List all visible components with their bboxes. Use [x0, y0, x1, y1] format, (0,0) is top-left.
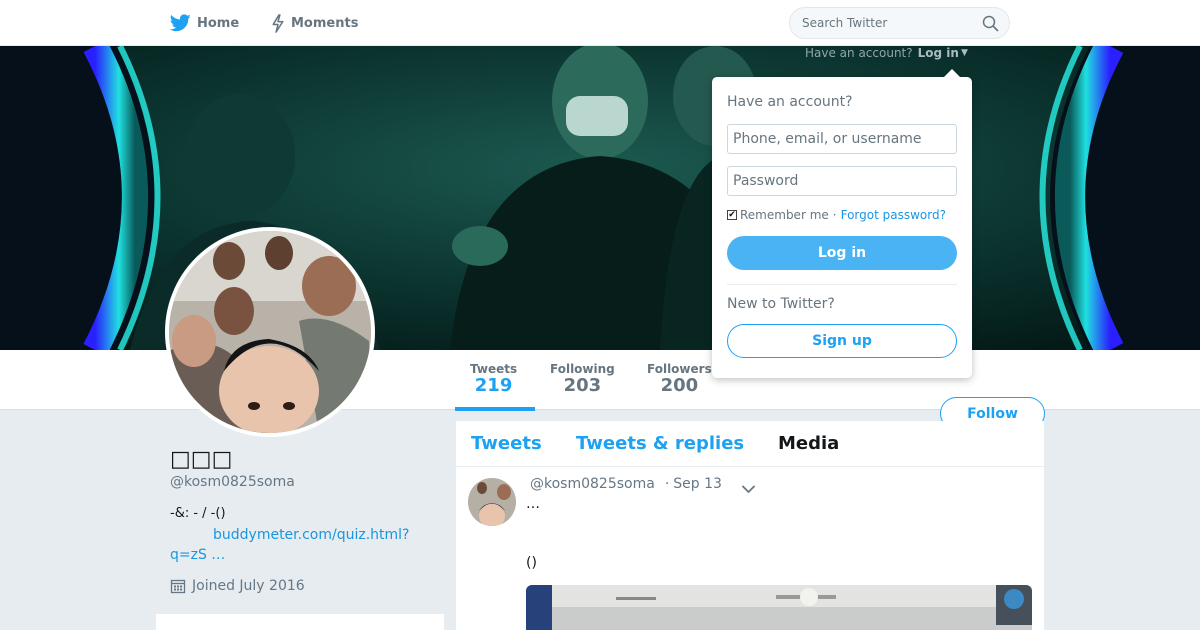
tab-tweets[interactable]: Tweets: [471, 433, 542, 454]
stat-label: Following: [550, 362, 615, 376]
tab-tweets-and-replies[interactable]: Tweets & replies: [576, 433, 744, 454]
profile-name[interactable]: □□□: [170, 447, 232, 472]
separator-dot: ·: [664, 476, 670, 492]
dropdown-title: Have an account?: [727, 94, 853, 110]
forgot-password-link[interactable]: Forgot password?: [841, 208, 946, 222]
search-box: [789, 7, 1010, 39]
signup-button[interactable]: Sign up: [727, 324, 957, 358]
tweet-avatar[interactable]: [468, 478, 516, 526]
timeline-tabs: Tweets Tweets & replies Media: [456, 421, 1044, 467]
joined-date: Joined July 2016: [192, 578, 305, 594]
login-button[interactable]: Log in: [727, 236, 957, 270]
tweet-text: (): [526, 555, 537, 571]
stat-following[interactable]: Following 203: [550, 362, 615, 396]
profile-avatar[interactable]: [165, 227, 375, 437]
tweet-text: …: [526, 496, 540, 512]
chevron-down-icon[interactable]: [742, 479, 755, 498]
login-hint-text: Have an account?: [805, 46, 913, 60]
profile-bio: -&: - / -(): [170, 506, 226, 521]
caret-down-icon[interactable]: ▼: [961, 48, 968, 58]
profile-joined: Joined July 2016: [170, 578, 305, 594]
stat-followers[interactable]: Followers 200: [647, 362, 712, 396]
stat-label: Followers: [647, 362, 712, 376]
stat-label: Tweets: [470, 362, 518, 376]
active-stat-underline: [455, 407, 535, 411]
divider: [727, 284, 957, 285]
stat-value: 200: [660, 375, 699, 396]
tweet-media-photo[interactable]: [526, 585, 1032, 630]
password-field[interactable]: [727, 166, 957, 196]
tweet-date[interactable]: Sep 13: [673, 476, 722, 492]
login-hint: Have an account? Log in ▼: [805, 46, 968, 60]
username-field[interactable]: [727, 124, 957, 154]
nav-home-label: Home: [197, 15, 240, 31]
tweet-handle[interactable]: @kosm0825soma: [530, 476, 655, 492]
login-link[interactable]: Log in: [918, 46, 959, 60]
bio-link-line[interactable]: buddymeter.com/quiz.html?: [170, 525, 420, 545]
new-to-twitter-text: New to Twitter?: [727, 296, 835, 312]
nav-home[interactable]: Home: [170, 0, 239, 46]
tab-media[interactable]: Media: [778, 433, 839, 454]
stat-value: 219: [474, 375, 513, 396]
remember-row: ✔ Remember me · Forgot password?: [727, 208, 946, 222]
sidebar-card: [156, 614, 444, 630]
lightning-bolt-icon: [271, 13, 285, 33]
login-dropdown: Have an account? ✔ Remember me · Forgot …: [712, 69, 972, 378]
search-input[interactable]: [790, 8, 980, 38]
profile-bio-link[interactable]: buddymeter.com/quiz.html? q=zS …: [170, 525, 420, 565]
search-icon[interactable]: [982, 15, 999, 36]
calendar-icon: [170, 578, 186, 594]
profile-handle[interactable]: @kosm0825soma: [170, 474, 295, 490]
remember-label[interactable]: Remember me: [740, 208, 829, 222]
timeline: Tweets Tweets & replies Media @kosm0825s…: [456, 421, 1044, 630]
stat-tweets[interactable]: Tweets 219: [470, 362, 517, 396]
remember-checkbox[interactable]: ✔: [727, 210, 737, 220]
twitter-bird-icon: [170, 14, 191, 32]
top-nav-bar: Home Moments: [0, 0, 1200, 46]
nav-moments[interactable]: Moments: [271, 0, 358, 46]
bio-link-line[interactable]: q=zS …: [170, 547, 225, 563]
separator-dot: ·: [832, 208, 837, 222]
stat-value: 203: [563, 375, 602, 396]
nav-moments-label: Moments: [291, 15, 359, 31]
dropdown-arrow: [944, 69, 960, 77]
tweet-header: @kosm0825soma · Sep 13: [530, 476, 722, 492]
